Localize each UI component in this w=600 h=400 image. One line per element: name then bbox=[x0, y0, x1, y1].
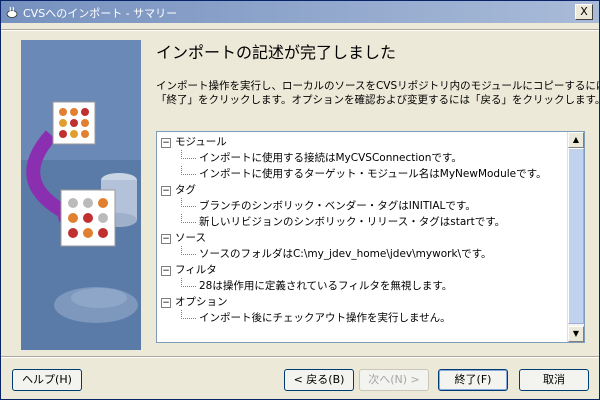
tree-leaf: インポートに使用する接続はMyCVSConnectionです。 bbox=[157, 150, 567, 166]
window-title: CVSへのインポート - サマリー bbox=[23, 7, 178, 20]
import-summary-dialog: CVSへのインポート - サマリー X インポートの記述が完了しました インポー… bbox=[0, 0, 600, 400]
collapse-toggle-icon[interactable]: − bbox=[161, 234, 171, 244]
banner-graphic bbox=[21, 40, 141, 350]
tree-leaf-text: 新しいリビジョンのシンボリック・リリース・タグはstartです。 bbox=[199, 216, 506, 228]
tree-node-source[interactable]: − ソース bbox=[157, 230, 567, 246]
tree-node-filter[interactable]: − フィルタ bbox=[157, 262, 567, 278]
collapse-toggle-icon[interactable]: − bbox=[161, 138, 171, 148]
app-cup-icon bbox=[6, 6, 18, 18]
tree-leaf: 新しいリビジョンのシンボリック・リリース・タグはstartです。 bbox=[157, 214, 567, 230]
collapse-toggle-icon[interactable]: − bbox=[161, 298, 171, 308]
tree-leaf: 28は操作用に定義されているフィルタを無視します。 bbox=[157, 278, 567, 294]
help-button[interactable]: ヘルプ(H) bbox=[12, 369, 82, 391]
scroll-down-arrow-icon[interactable]: ▼ bbox=[568, 326, 584, 342]
collapse-toggle-icon[interactable]: − bbox=[161, 266, 171, 276]
tree-leaf-text: インポートに使用するターゲット・モジュール名はMyNewModuleです。 bbox=[199, 168, 547, 180]
wizard-banner-illustration bbox=[21, 40, 141, 350]
description-line-1: インポート操作を実行し、ローカルのソースをCVSリポジトリ内のモジュールにコピー… bbox=[156, 80, 600, 92]
tree-node-module[interactable]: − モジュール bbox=[157, 134, 567, 150]
tree-content: − モジュール インポートに使用する接続はMyCVSConnectionです。 … bbox=[157, 134, 567, 326]
cancel-button[interactable]: 取消 bbox=[519, 369, 589, 391]
back-button[interactable]: < 戻る(B) bbox=[284, 369, 354, 391]
footer-divider bbox=[1, 356, 599, 358]
description-text: インポート操作を実行し、ローカルのソースをCVSリポジトリ内のモジュールにコピー… bbox=[156, 79, 600, 107]
tree-node-label: フィルタ bbox=[175, 264, 217, 276]
next-button[interactable]: 次へ(N) > bbox=[359, 369, 429, 391]
tree-node-label: タグ bbox=[175, 184, 196, 196]
description-line-2: 「終了」をクリックします。オプションを確認および変更するには「戻る」をクリックし… bbox=[156, 94, 600, 106]
tree-leaf: インポート後にチェックアウト操作を実行しません。 bbox=[157, 310, 567, 326]
tree-node-tag[interactable]: − タグ bbox=[157, 182, 567, 198]
tree-leaf: ブランチのシンボリック・ベンダー・タグはINITIALです。 bbox=[157, 198, 567, 214]
scroll-up-arrow-icon[interactable]: ▲ bbox=[568, 132, 584, 148]
tree-leaf: ソースのフォルダはC:\my_jdev_home\jdev\mywork\です。 bbox=[157, 246, 567, 262]
finish-button[interactable]: 終了(F) bbox=[438, 369, 508, 391]
tree-node-options[interactable]: − オプション bbox=[157, 294, 567, 310]
tree-leaf-text: 28は操作用に定義されているフィルタを無視します。 bbox=[199, 280, 453, 292]
tree-leaf-text: インポートに使用する接続はMyCVSConnectionです。 bbox=[199, 152, 462, 164]
tree-node-label: モジュール bbox=[175, 136, 227, 148]
tree-node-label: オプション bbox=[175, 296, 228, 308]
scrollbar-thumb[interactable] bbox=[568, 148, 584, 324]
header-divider bbox=[1, 29, 599, 31]
tree-leaf: インポートに使用するターゲット・モジュール名はMyNewModuleです。 bbox=[157, 166, 567, 182]
title-bar: CVSへのインポート - サマリー X bbox=[1, 1, 599, 23]
tree-vertical-scrollbar[interactable]: ▲ ▼ bbox=[567, 132, 584, 342]
tree-leaf-text: ブランチのシンボリック・ベンダー・タグはINITIALです。 bbox=[199, 200, 476, 212]
tree-node-label: ソース bbox=[175, 232, 206, 244]
tree-leaf-text: ソースのフォルダはC:\my_jdev_home\jdev\mywork\です。 bbox=[199, 248, 492, 260]
tree-leaf-text: インポート後にチェックアウト操作を実行しません。 bbox=[199, 312, 451, 324]
summary-tree[interactable]: − モジュール インポートに使用する接続はMyCVSConnectionです。 … bbox=[156, 131, 585, 343]
collapse-toggle-icon[interactable]: − bbox=[161, 186, 171, 196]
page-heading: インポートの記述が完了しました bbox=[156, 43, 397, 62]
close-button[interactable]: X bbox=[575, 4, 593, 20]
